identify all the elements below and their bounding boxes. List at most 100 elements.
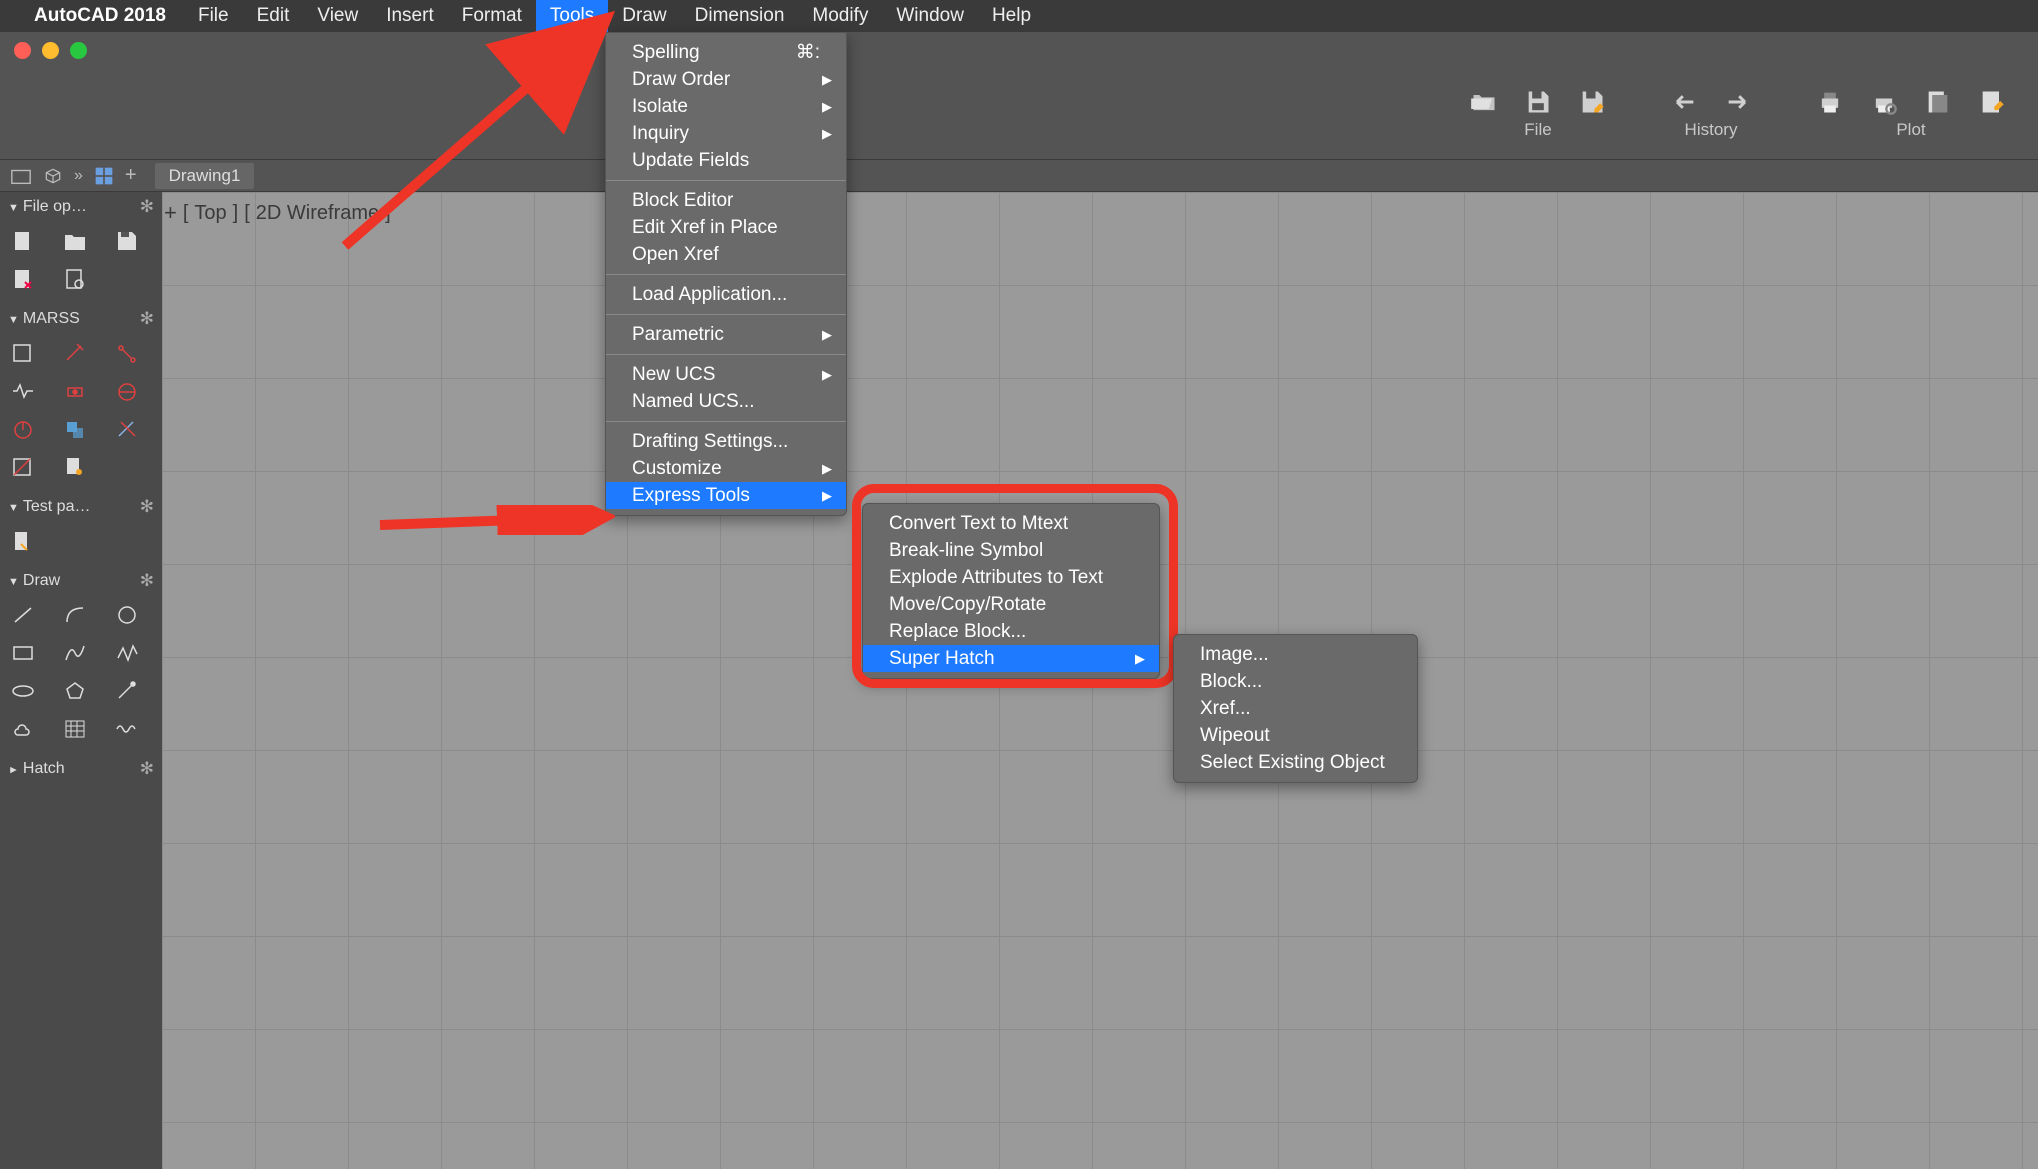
tools-menu-item[interactable]: Named UCS... xyxy=(606,388,846,415)
viewport-plus-icon[interactable]: + xyxy=(164,200,177,226)
express-menu-item[interactable]: Super Hatch▶ xyxy=(863,645,1159,672)
undo-icon[interactable] xyxy=(1668,88,1700,116)
app-name: AutoCAD 2018 xyxy=(34,5,166,27)
rectangle-icon[interactable] xyxy=(8,640,38,666)
panel-marss[interactable]: ▼MARSS ✻ xyxy=(0,304,162,334)
tools-menu-item[interactable]: Spelling⌘: xyxy=(606,39,846,66)
menu-dimension[interactable]: Dimension xyxy=(681,0,799,32)
superhatch-menu-item[interactable]: Xref... xyxy=(1174,695,1417,722)
menu-file[interactable]: File xyxy=(184,0,243,32)
hatch-tool-icon[interactable] xyxy=(60,716,90,742)
close-window-button[interactable] xyxy=(14,42,31,59)
menu-insert[interactable]: Insert xyxy=(372,0,448,32)
marss-tool-11-icon[interactable] xyxy=(60,454,90,480)
save-file-icon[interactable] xyxy=(112,228,142,254)
zoom-window-button[interactable] xyxy=(70,42,87,59)
tools-menu-item[interactable]: Open Xref xyxy=(606,241,846,268)
gear-icon[interactable]: ✻ xyxy=(140,759,154,779)
marss-tool-2-icon[interactable] xyxy=(60,340,90,366)
express-menu-item[interactable]: Replace Block... xyxy=(863,618,1159,645)
marss-tool-5-icon[interactable] xyxy=(60,378,90,404)
gear-icon[interactable]: ✻ xyxy=(140,571,154,591)
tools-menu-item[interactable]: Inquiry▶ xyxy=(606,120,846,147)
plot-edit-icon[interactable] xyxy=(1976,88,2008,116)
superhatch-menu-item[interactable]: Wipeout xyxy=(1174,722,1417,749)
page-preview-icon[interactable] xyxy=(60,266,90,292)
tools-menu-item[interactable]: Load Application... xyxy=(606,281,846,308)
redo-icon[interactable] xyxy=(1722,88,1754,116)
marss-tool-1-icon[interactable] xyxy=(8,340,38,366)
marss-tool-4-icon[interactable] xyxy=(8,378,38,404)
menu-format[interactable]: Format xyxy=(448,0,536,32)
new-tab-icon[interactable]: + xyxy=(125,164,137,187)
menu-window[interactable]: Window xyxy=(882,0,978,32)
open-file-icon[interactable] xyxy=(60,228,90,254)
express-menu-item[interactable]: Move/Copy/Rotate xyxy=(863,591,1159,618)
page-setup-icon[interactable] xyxy=(1922,88,1954,116)
print-icon[interactable] xyxy=(1814,88,1846,116)
tools-menu-item[interactable]: New UCS▶ xyxy=(606,361,846,388)
tools-menu-item[interactable]: Update Fields xyxy=(606,147,846,174)
minimize-window-button[interactable] xyxy=(42,42,59,59)
gear-icon[interactable]: ✻ xyxy=(140,497,154,517)
wave-icon[interactable] xyxy=(112,716,142,742)
express-menu-item[interactable]: Break-line Symbol xyxy=(863,537,1159,564)
open-folder-icon[interactable] xyxy=(1468,88,1500,116)
tools-menu-item[interactable]: Isolate▶ xyxy=(606,93,846,120)
tools-menu-item[interactable]: Customize▶ xyxy=(606,455,846,482)
marss-tool-7-icon[interactable] xyxy=(8,416,38,442)
viewport-view[interactable]: Top xyxy=(194,202,226,225)
save-as-icon[interactable] xyxy=(1576,88,1608,116)
tools-menu-item[interactable]: Draw Order▶ xyxy=(606,66,846,93)
overflow-icon[interactable]: » xyxy=(74,167,83,185)
close-file-icon[interactable] xyxy=(8,266,38,292)
superhatch-menu-item[interactable]: Block... xyxy=(1174,668,1417,695)
polygon-icon[interactable] xyxy=(60,678,90,704)
revcloud-icon[interactable] xyxy=(8,716,38,742)
point-icon[interactable] xyxy=(112,678,142,704)
tools-menu-item[interactable]: Drafting Settings... xyxy=(606,428,846,455)
arc-icon[interactable] xyxy=(60,602,90,628)
superhatch-menu-item[interactable]: Image... xyxy=(1174,641,1417,668)
marss-tool-9-icon[interactable] xyxy=(112,416,142,442)
drawing-tab[interactable]: Drawing1 xyxy=(155,163,255,189)
drawing-canvas[interactable]: + [ Top ] [ 2D Wireframe ] xyxy=(162,192,2038,1169)
ellipse-icon[interactable] xyxy=(8,678,38,704)
cube-view-icon[interactable] xyxy=(42,166,64,186)
save-icon[interactable] xyxy=(1522,88,1554,116)
marss-tool-6-icon[interactable] xyxy=(112,378,142,404)
marss-tool-10-icon[interactable] xyxy=(8,454,38,480)
tools-menu-item[interactable]: Express Tools▶ xyxy=(606,482,846,509)
test-tool-1-icon[interactable] xyxy=(8,528,38,554)
express-menu-item[interactable]: Convert Text to Mtext xyxy=(863,510,1159,537)
marss-tool-8-icon[interactable] xyxy=(60,416,90,442)
menu-draw[interactable]: Draw xyxy=(608,0,680,32)
menu-tools[interactable]: Tools xyxy=(536,0,608,32)
express-menu-item[interactable]: Explode Attributes to Text xyxy=(863,564,1159,591)
tools-menu-item[interactable]: Block Editor xyxy=(606,187,846,214)
tools-menu-item[interactable]: Parametric▶ xyxy=(606,321,846,348)
spline-icon[interactable] xyxy=(60,640,90,666)
model-space-icon[interactable] xyxy=(10,166,32,186)
new-file-icon[interactable] xyxy=(8,228,38,254)
marss-tool-3-icon[interactable] xyxy=(112,340,142,366)
panel-hatch[interactable]: ▼Hatch ✻ xyxy=(0,754,162,784)
line-icon[interactable] xyxy=(8,602,38,628)
viewport-style[interactable]: 2D Wireframe xyxy=(256,202,379,225)
menu-help[interactable]: Help xyxy=(978,0,1045,32)
print-preview-icon[interactable] xyxy=(1868,88,1900,116)
layout-grid-icon[interactable] xyxy=(93,166,115,186)
tools-menu-item[interactable]: Edit Xref in Place xyxy=(606,214,846,241)
menu-modify[interactable]: Modify xyxy=(798,0,882,32)
polyline-icon[interactable] xyxy=(112,640,142,666)
panel-file-op[interactable]: ▼File op… ✻ xyxy=(0,192,162,222)
panel-test[interactable]: ▼Test pa… ✻ xyxy=(0,492,162,522)
panel-draw[interactable]: ▼Draw ✻ xyxy=(0,566,162,596)
viewport-controls[interactable]: + [ Top ] [ 2D Wireframe ] xyxy=(164,200,391,226)
gear-icon[interactable]: ✻ xyxy=(140,197,154,217)
menu-view[interactable]: View xyxy=(303,0,372,32)
superhatch-menu-item[interactable]: Select Existing Object xyxy=(1174,749,1417,776)
menu-edit[interactable]: Edit xyxy=(243,0,304,32)
gear-icon[interactable]: ✻ xyxy=(140,309,154,329)
circle-icon[interactable] xyxy=(112,602,142,628)
